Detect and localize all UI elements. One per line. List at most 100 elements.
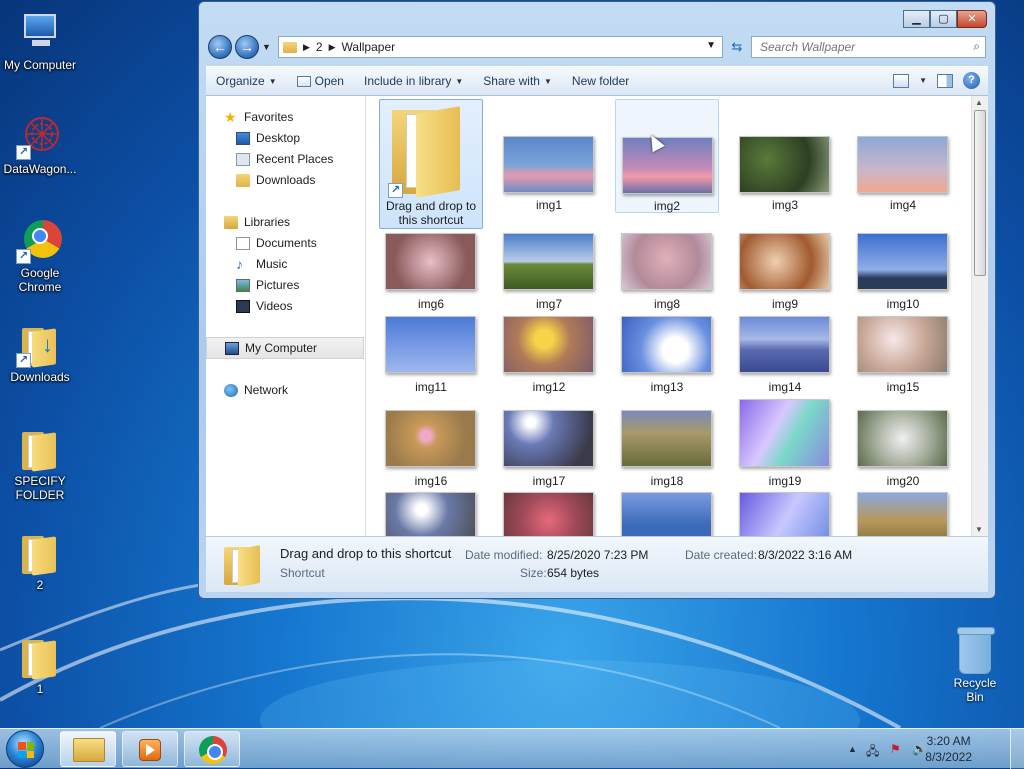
scroll-thumb[interactable] bbox=[974, 110, 986, 276]
desktop-icon-datawagon[interactable]: ↗ DataWagon... bbox=[0, 112, 80, 176]
file-item-img4[interactable]: img4 bbox=[851, 99, 955, 212]
file-item-img3[interactable]: img3 bbox=[733, 99, 837, 212]
details-name: Drag and drop to this shortcut bbox=[280, 546, 452, 561]
file-item-partial[interactable] bbox=[851, 492, 955, 536]
address-dropdown-icon[interactable]: ▼ bbox=[706, 40, 716, 51]
taskbar-chrome[interactable] bbox=[184, 731, 240, 767]
taskbar-media-player[interactable] bbox=[122, 731, 178, 767]
desktop-icon-downloads[interactable]: ↓ ↗ Downloads bbox=[0, 320, 80, 384]
show-hidden-icons[interactable]: ▲ bbox=[848, 744, 857, 754]
libraries-icon bbox=[224, 215, 238, 229]
file-item-partial[interactable] bbox=[733, 492, 837, 536]
file-item-img15[interactable]: img15 bbox=[851, 282, 955, 394]
image-thumbnail bbox=[739, 136, 830, 193]
image-thumbnail bbox=[503, 316, 594, 373]
downloads-folder-icon bbox=[236, 173, 250, 187]
nav-label: My Computer bbox=[245, 341, 318, 355]
file-item-img14[interactable]: img14 bbox=[733, 282, 837, 394]
file-label: img19 bbox=[768, 474, 802, 488]
search-icon[interactable]: ⌕ bbox=[973, 39, 980, 54]
open-label: Open bbox=[314, 74, 344, 88]
desktop-icon-folder-2[interactable]: 2 bbox=[0, 528, 80, 592]
file-item-partial[interactable] bbox=[379, 492, 483, 536]
nav-favorites[interactable]: ★ Favorites bbox=[206, 107, 364, 127]
address-bar[interactable]: ▶ 2 ▶ Wallpaper ▼ bbox=[278, 36, 723, 58]
folder-icon bbox=[16, 632, 64, 680]
file-item-img18[interactable]: img18 bbox=[615, 376, 719, 488]
breadcrumb-wallpaper[interactable]: Wallpaper bbox=[342, 40, 396, 54]
file-item-img8[interactable]: img8 bbox=[615, 199, 719, 311]
details-date-modified-label: Date modified: bbox=[465, 548, 543, 562]
nav-documents[interactable]: Documents bbox=[206, 233, 364, 253]
vertical-scrollbar[interactable]: ▲ ▼ bbox=[971, 96, 988, 536]
explorer-window[interactable]: ▁ ▢ ✕ ← → ▼ ▶ 2 ▶ Wallpaper ▼ ⇆ ⌕ bbox=[198, 1, 996, 599]
search-input[interactable] bbox=[758, 38, 958, 56]
preview-pane-icon[interactable] bbox=[937, 73, 953, 88]
file-item-img6[interactable]: img6 bbox=[379, 199, 483, 311]
start-button[interactable] bbox=[6, 730, 44, 768]
chevron-down-icon[interactable]: ▼ bbox=[919, 76, 927, 85]
file-item-img1[interactable]: img1 bbox=[497, 99, 601, 212]
desktop-icon-google-chrome[interactable]: ↗ Google Chrome bbox=[0, 216, 80, 294]
network-icon bbox=[224, 383, 238, 397]
nav-desktop[interactable]: Desktop bbox=[206, 128, 364, 148]
organize-button[interactable]: Organize ▼ bbox=[206, 74, 287, 88]
help-icon[interactable]: ? bbox=[963, 72, 980, 89]
file-item-img20[interactable]: img20 bbox=[851, 376, 955, 488]
file-item-img16[interactable]: img16 bbox=[379, 376, 483, 488]
nav-libraries[interactable]: Libraries bbox=[206, 212, 364, 232]
search-box[interactable]: ⌕ bbox=[751, 36, 986, 58]
clock[interactable]: 3:20 AM 8/3/2022 bbox=[925, 733, 972, 765]
maximize-button[interactable]: ▢ bbox=[930, 10, 957, 28]
file-item-img9[interactable]: img9 bbox=[733, 199, 837, 311]
nav-my-computer[interactable]: My Computer bbox=[206, 337, 364, 359]
desktop-icon-specify-folder[interactable]: SPECIFY FOLDER bbox=[0, 424, 80, 502]
action-center-icon[interactable]: ⚑ bbox=[890, 742, 901, 756]
desktop-icon-my-computer[interactable]: My Computer bbox=[0, 8, 80, 72]
taskbar: ▲ 🖧 ⚑ 🔊 3:20 AM 8/3/2022 bbox=[0, 728, 1024, 769]
file-label: img16 bbox=[414, 474, 448, 488]
image-thumbnail bbox=[857, 410, 948, 467]
taskbar-explorer[interactable] bbox=[60, 731, 116, 767]
minimize-button[interactable]: ▁ bbox=[903, 10, 930, 28]
file-item-img19[interactable]: img19 bbox=[733, 366, 837, 488]
nav-downloads[interactable]: Downloads bbox=[206, 170, 364, 190]
scroll-up-icon[interactable]: ▲ bbox=[975, 98, 983, 107]
share-with-button[interactable]: Share with ▼ bbox=[473, 74, 562, 88]
file-item-img17[interactable]: img17 bbox=[497, 376, 601, 488]
file-item-img12[interactable]: img12 bbox=[497, 282, 601, 394]
refresh-icon[interactable]: ⇆ bbox=[727, 36, 747, 58]
file-item-img13[interactable]: img13 bbox=[615, 282, 719, 394]
nav-label: Pictures bbox=[256, 278, 300, 292]
content-area: ★ Favorites Desktop Recent Places Downlo… bbox=[206, 96, 988, 536]
include-in-library-button[interactable]: Include in library ▼ bbox=[354, 74, 473, 88]
nav-pictures[interactable]: Pictures bbox=[206, 275, 364, 295]
chevron-right-icon: ▶ bbox=[303, 41, 310, 52]
network-tray-icon[interactable]: 🖧 bbox=[866, 742, 879, 763]
scroll-down-icon[interactable]: ▼ bbox=[975, 525, 983, 534]
desktop-icon-recycle-bin[interactable]: Recycle Bin bbox=[944, 627, 1006, 704]
pictures-icon bbox=[236, 278, 250, 292]
recent-pages-dropdown[interactable]: ▼ bbox=[262, 42, 271, 52]
navigation-bar: ← → ▼ ▶ 2 ▶ Wallpaper ▼ ⇆ ⌕ bbox=[206, 32, 988, 62]
file-item-img2[interactable]: img2 bbox=[615, 99, 719, 213]
close-button[interactable]: ✕ bbox=[957, 10, 987, 28]
nav-network[interactable]: Network bbox=[206, 380, 364, 400]
open-button[interactable]: Open bbox=[287, 74, 354, 88]
folder-icon bbox=[16, 528, 64, 576]
show-desktop-button[interactable] bbox=[1010, 729, 1024, 769]
change-view-icon[interactable] bbox=[893, 73, 910, 88]
file-item-img11[interactable]: img11 bbox=[379, 282, 483, 394]
desktop-icon-folder-1[interactable]: 1 bbox=[0, 632, 80, 696]
breadcrumb-2[interactable]: 2 bbox=[316, 40, 323, 54]
file-item-partial[interactable] bbox=[615, 492, 719, 536]
nav-recent-places[interactable]: Recent Places bbox=[206, 149, 364, 169]
file-item-img10[interactable]: img10 bbox=[851, 199, 955, 311]
nav-music[interactable]: ♪ Music bbox=[206, 254, 364, 274]
file-item-img7[interactable]: img7 bbox=[497, 199, 601, 311]
nav-videos[interactable]: Videos bbox=[206, 296, 364, 316]
forward-button[interactable]: → bbox=[235, 35, 259, 59]
file-item-partial[interactable] bbox=[497, 492, 601, 536]
new-folder-button[interactable]: New folder bbox=[562, 74, 639, 88]
back-button[interactable]: ← bbox=[208, 35, 232, 59]
